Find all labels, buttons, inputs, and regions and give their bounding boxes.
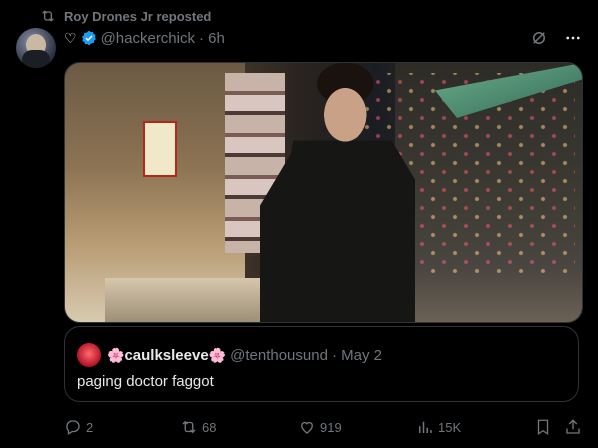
quoted-post[interactable]: 🌸 caulksleeve 🌸 @tenthousund · May 2 pag… [64, 326, 579, 402]
share-button[interactable] [564, 418, 582, 436]
repost-text: Roy Drones Jr reposted [64, 8, 212, 24]
repost-action-icon [182, 420, 196, 434]
repost-banner[interactable]: Roy Drones Jr reposted [40, 8, 211, 24]
views-icon [419, 421, 432, 433]
like-button[interactable]: 919 [298, 418, 342, 436]
post-image[interactable] [64, 62, 583, 323]
bookmark-button[interactable] [534, 418, 552, 436]
verified-badge-icon[interactable] [81, 30, 97, 46]
views-count: 15K [438, 419, 462, 435]
views-button[interactable]: 15K [416, 418, 461, 436]
reply-count: 2 [86, 419, 94, 435]
action-bar: 2 68 919 15K [64, 416, 584, 438]
grok-icon[interactable] [530, 29, 548, 47]
repost-button[interactable]: 68 [180, 418, 216, 436]
reply-icon [66, 420, 80, 435]
reply-button[interactable]: 2 [64, 418, 93, 436]
quote-author-handle[interactable]: @tenthousund [230, 347, 328, 364]
share-icon [566, 419, 580, 434]
quote-avatar[interactable] [77, 343, 101, 367]
flower-emoji-left: 🌸 [107, 346, 125, 363]
quote-text: paging doctor faggot [77, 373, 214, 390]
post-header: ♡ @hackerchick · 6h [64, 28, 582, 48]
heart-glyph: ♡ [64, 29, 77, 46]
flower-emoji-right: 🌸 [208, 346, 227, 363]
bookmark-icon [537, 419, 549, 436]
post-time[interactable]: · 6h [199, 30, 225, 47]
avatar[interactable] [16, 28, 56, 68]
repost-count: 68 [202, 419, 217, 435]
quote-author-name[interactable]: caulksleeve [124, 347, 208, 364]
heart-icon [301, 421, 313, 434]
quote-date[interactable]: · May 2 [332, 347, 382, 364]
author-handle[interactable]: @hackerchick [101, 30, 195, 47]
like-count: 919 [320, 419, 342, 435]
more-icon[interactable] [564, 29, 582, 47]
repost-icon [42, 10, 54, 22]
